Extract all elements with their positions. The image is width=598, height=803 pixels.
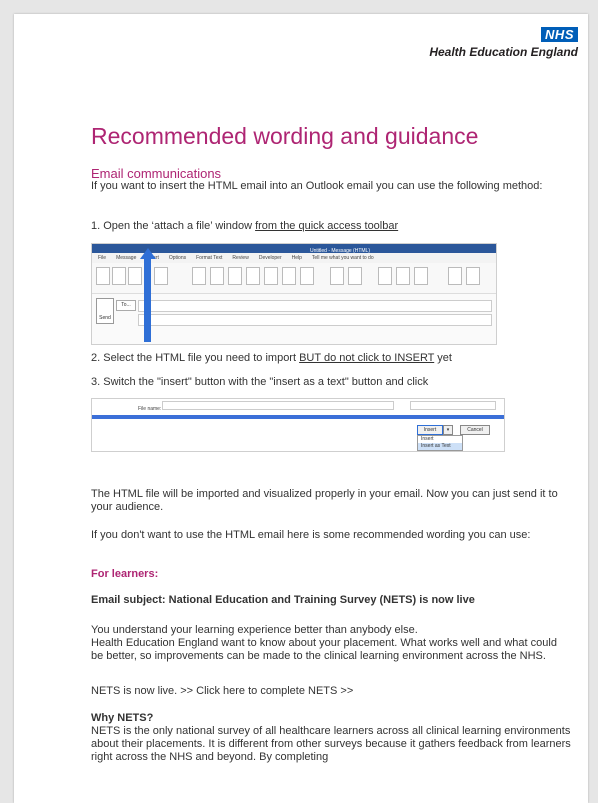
cta-text[interactable]: NETS is now live. >> Click here to compl…	[91, 685, 571, 698]
symbol-icon[interactable]	[466, 267, 480, 285]
org-name: Health Education England	[429, 45, 578, 59]
arrow-up-icon	[144, 258, 151, 342]
step-3: 3. Switch the "insert" button with the "…	[91, 376, 429, 388]
why-nets-body: NETS is the only national survey of all …	[91, 725, 571, 763]
step-1: 1. Open the ‘attach a file’ window from …	[91, 220, 571, 233]
icons-icon[interactable]	[246, 267, 260, 285]
selection-bar	[92, 415, 504, 419]
insert-button[interactable]: Insert	[417, 425, 443, 435]
tab-file[interactable]: File	[98, 253, 106, 263]
bookmark-icon[interactable]	[348, 267, 362, 285]
learners-heading: For learners:	[91, 568, 159, 580]
tab-format-text[interactable]: Format Text	[196, 253, 222, 263]
insert-dropdown-icon[interactable]: ▾	[443, 425, 453, 435]
attach-file-icon[interactable]	[96, 267, 110, 285]
result-text: The HTML file will be imported and visua…	[91, 488, 558, 513]
business-card-icon[interactable]	[128, 267, 142, 285]
outlook-window-title: Untitled - Message (HTML)	[309, 248, 370, 254]
email-intro: If you want to insert the HTML email int…	[91, 180, 543, 192]
chart-icon[interactable]	[282, 267, 296, 285]
page-title: Recommended wording and guidance	[91, 123, 479, 149]
signature-icon[interactable]	[154, 267, 168, 285]
insert-dropdown-menu: Insert Insert as Text	[417, 435, 463, 451]
subject-field[interactable]	[138, 314, 492, 326]
tab-options[interactable]: Options	[169, 253, 186, 263]
learners-body-1: You understand your learning experience …	[91, 624, 418, 636]
arrow-head-icon	[140, 248, 156, 259]
step-2-suffix: yet	[434, 352, 452, 364]
send-button[interactable]: Send	[96, 298, 114, 324]
tab-help[interactable]: Help	[292, 253, 302, 263]
why-nets-heading: Why NETS?	[91, 712, 154, 724]
3d-models-icon[interactable]	[264, 267, 278, 285]
cancel-button[interactable]: Cancel	[460, 425, 490, 435]
file-name-input[interactable]	[162, 401, 394, 410]
document-page: NHS Health Education England Recommended…	[14, 14, 588, 803]
email-heading: Email communications	[91, 166, 222, 181]
screenshot-icon[interactable]	[300, 267, 314, 285]
link-icon[interactable]	[330, 267, 344, 285]
shapes-icon[interactable]	[228, 267, 242, 285]
table-icon[interactable]	[192, 267, 206, 285]
menu-insert-as-text[interactable]: Insert as Text	[418, 443, 462, 450]
outlook-item-icon[interactable]	[112, 267, 126, 285]
outlook-ribbon	[92, 263, 496, 294]
equation-icon[interactable]	[448, 267, 462, 285]
tab-developer[interactable]: Developer	[259, 253, 282, 263]
text-box-icon[interactable]	[378, 267, 392, 285]
wordart-icon[interactable]	[414, 267, 428, 285]
to-field[interactable]	[138, 300, 492, 312]
nhs-logo: NHS	[541, 27, 578, 42]
file-type-select[interactable]	[410, 401, 496, 410]
tab-message[interactable]: Message	[116, 253, 136, 263]
step-1-text: 1. Open the ‘attach a file’ window	[91, 220, 256, 232]
pictures-icon[interactable]	[210, 267, 224, 285]
email-subject: Email subject: National Education and Tr…	[91, 594, 475, 606]
outlook-ribbon-screenshot: Untitled - Message (HTML) File Message I…	[91, 243, 497, 345]
insert-file-dialog-screenshot: File name: Insert ▾ Cancel Insert Insert…	[91, 398, 505, 452]
step-2-text: 2. Select the HTML file you need to impo…	[91, 352, 300, 364]
nhs-header: NHS Health Education England	[429, 26, 578, 59]
quick-access-toolbar-link[interactable]: from the quick access toolbar	[255, 220, 398, 232]
step-2: 2. Select the HTML file you need to impo…	[91, 352, 571, 365]
to-button[interactable]: To...	[116, 300, 136, 311]
step-2-emphasis: BUT do not click to INSERT	[299, 352, 435, 364]
tab-review[interactable]: Review	[232, 253, 248, 263]
learners-body-2: Health Education England want to know ab…	[91, 637, 557, 662]
quick-parts-icon[interactable]	[396, 267, 410, 285]
menu-insert[interactable]: Insert	[418, 436, 462, 443]
alt-text: If you don't want to use the HTML email …	[91, 529, 531, 541]
